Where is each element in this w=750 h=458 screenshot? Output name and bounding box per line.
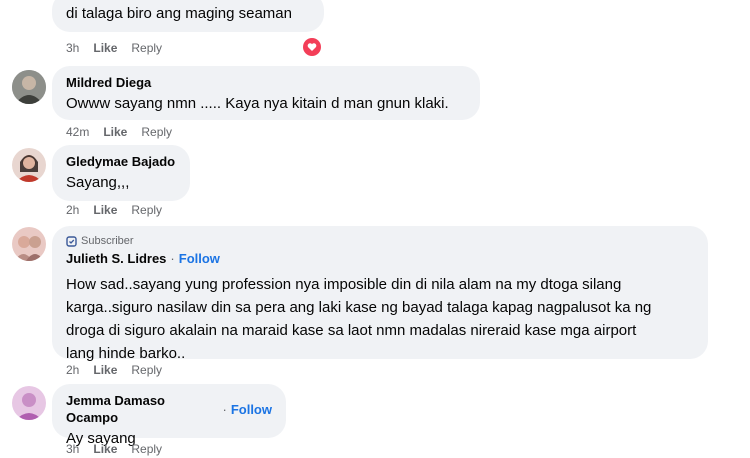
comment-author[interactable]: Mildred Diega xyxy=(66,74,466,91)
avatar[interactable] xyxy=(12,148,46,182)
comment-author[interactable]: Jemma Damaso Ocampo xyxy=(66,392,218,426)
like-button[interactable]: Like xyxy=(93,362,117,378)
like-button[interactable]: Like xyxy=(93,40,117,56)
comment-time[interactable]: 3h xyxy=(66,441,79,457)
reply-button[interactable]: Reply xyxy=(131,362,162,378)
comment-meta: 42m Like Reply xyxy=(66,124,186,140)
comment-bubble: Mildred Diega Owww sayang nmn ..... Kaya… xyxy=(52,66,480,120)
like-button[interactable]: Like xyxy=(93,202,117,218)
avatar[interactable] xyxy=(12,386,46,420)
comment-text-line: How sad..sayang yung profession nya impo… xyxy=(66,276,622,293)
comment-meta: 3h Like Reply xyxy=(66,40,176,56)
comment-text: Owww sayang nmn ..... Kaya nya kitain d … xyxy=(66,95,449,112)
comment-text-line: droga di siguro akalain na maraid kase s… xyxy=(66,322,637,339)
comment-bubble: Jemma Damaso Ocampo · Follow Ay sayang xyxy=(52,384,286,447)
comment-text: Sayang,,, xyxy=(66,174,130,191)
comment-meta: 2h Like Reply xyxy=(66,202,176,218)
comment-bubble: Gledymae Bajado Sayang,,, xyxy=(52,145,190,201)
avatar[interactable] xyxy=(12,227,46,261)
comment-bubble: di talaga biro ang maging seaman xyxy=(52,0,324,32)
follow-button[interactable]: Follow xyxy=(179,251,220,266)
comment-time[interactable]: 3h xyxy=(66,40,79,56)
reply-button[interactable]: Reply xyxy=(131,40,162,56)
subscriber-icon xyxy=(66,235,77,247)
reply-button[interactable]: Reply xyxy=(141,124,172,140)
love-reaction-icon[interactable] xyxy=(303,38,321,56)
separator-dot: · xyxy=(222,401,227,417)
comment-text-line: karga..siguro nasilaw din sa pera ang la… xyxy=(66,299,652,316)
comment-time[interactable]: 42m xyxy=(66,124,89,140)
comment-time[interactable]: 2h xyxy=(66,202,79,218)
comment-bubble: Subscriber Julieth S. Lidres · Follow Ho… xyxy=(52,226,708,362)
comment-text: di talaga biro ang maging seaman xyxy=(66,5,292,22)
like-button[interactable]: Like xyxy=(93,441,117,457)
separator-dot: · xyxy=(170,251,175,266)
avatar[interactable] xyxy=(12,70,46,104)
subscriber-label: Subscriber xyxy=(81,235,134,247)
follow-button[interactable]: Follow xyxy=(231,402,272,417)
comment-time[interactable]: 2h xyxy=(66,362,79,378)
comment-meta: 3h Like Reply xyxy=(66,441,176,457)
comment-author[interactable]: Gledymae Bajado xyxy=(66,153,176,170)
reply-button[interactable]: Reply xyxy=(131,441,162,457)
comment-author[interactable]: Julieth S. Lidres xyxy=(66,250,166,267)
comment-meta: 2h Like Reply xyxy=(66,362,176,378)
reply-button[interactable]: Reply xyxy=(131,202,162,218)
subscriber-badge: Subscriber xyxy=(66,234,694,248)
like-button[interactable]: Like xyxy=(103,124,127,140)
